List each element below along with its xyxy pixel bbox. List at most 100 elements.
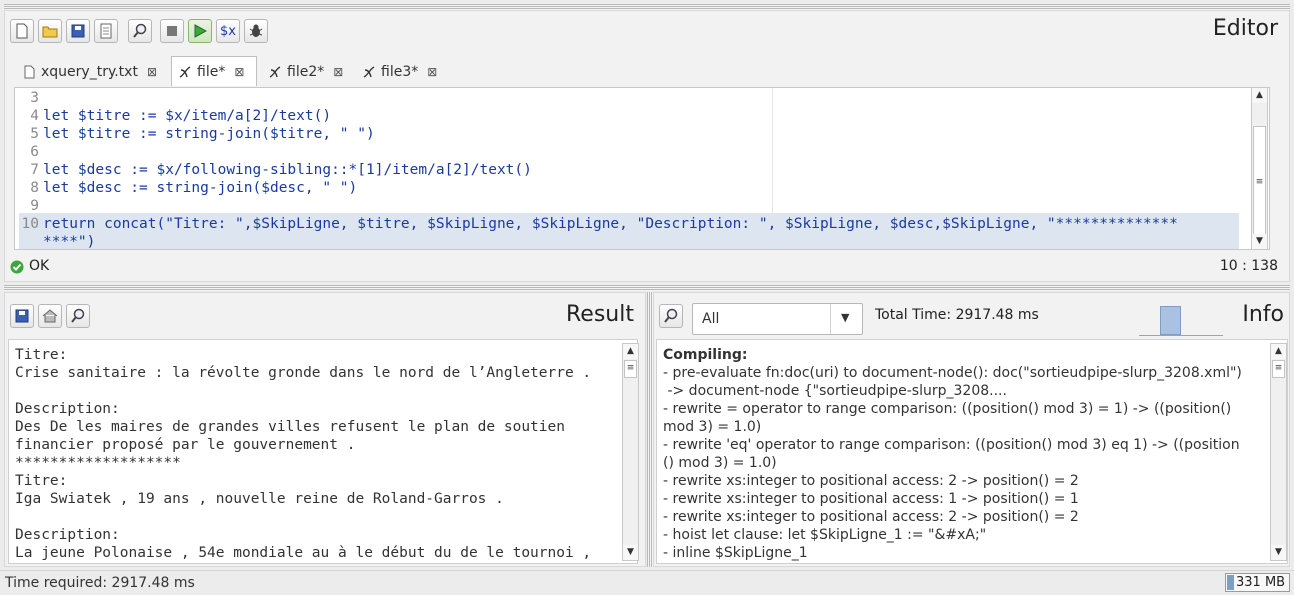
result-line: Titre: [15, 347, 68, 363]
home-icon [42, 309, 58, 323]
save-result-button[interactable] [10, 304, 34, 328]
scroll-down-icon[interactable]: ▼ [1252, 234, 1267, 249]
tab-label: xquery_try.txt [41, 64, 138, 80]
result-title: Result [566, 302, 634, 327]
tab-label: file* [197, 63, 226, 80]
info-line: () mod 3) = 1.0) [663, 455, 777, 471]
result-line: Iga Swiatek , 19 ans , nouvelle reine de… [15, 491, 504, 507]
result-line: La jeune Polonaise , 54e mondiale au à l… [15, 545, 592, 561]
info-line: - hoist let clause: let $SkipLigne_1 := … [663, 527, 987, 543]
find-icon [71, 308, 85, 323]
info-line: - rewrite xs:integer to positional acces… [663, 491, 1079, 507]
ok-check-icon [10, 260, 24, 274]
close-icon[interactable]: ⊠ [333, 65, 343, 79]
result-line: Description: [15, 401, 120, 417]
result-line: Crise sanitaire : la révolte gronde dans… [15, 365, 592, 381]
editor-status: OK [29, 258, 50, 274]
find-info-button[interactable] [659, 304, 683, 328]
info-line: - rewrite xs:integer to positional acces… [663, 509, 1079, 525]
editor-scrollbar[interactable]: ▲ ≡ ▼ [1251, 87, 1268, 250]
scroll-down-icon[interactable]: ▼ [1271, 545, 1286, 560]
tab-xquery-try[interactable]: xquery_try.txt ⊠ [18, 58, 163, 86]
code-line: ****") [43, 234, 96, 250]
info-line: - inline $SkipLigne_1 [663, 545, 808, 561]
code-line: 8 let $desc := string-join($desc, " ") [30, 180, 358, 196]
tab-file3[interactable]: file3* ⊠ [356, 58, 443, 86]
result-line: financier proposé par le gouvernement . [15, 437, 356, 453]
query-file-icon [179, 65, 191, 78]
code-line: 5 let $titre := string-join($titre, " ") [30, 126, 375, 142]
info-line: Compiling: [663, 347, 748, 363]
close-icon[interactable]: ⊠ [427, 65, 437, 79]
total-time: Total Time: 2917.48 ms [875, 307, 1039, 323]
info-line: - pre-evaluate fn:doc(uri) to document-n… [663, 365, 1242, 381]
timing-bar-chart [1139, 306, 1223, 336]
memory-usage-bar [1227, 575, 1234, 590]
debug-icon [249, 24, 263, 37]
find-result-button[interactable] [66, 304, 90, 328]
find-icon [133, 23, 147, 38]
info-scrollbar[interactable]: ▲ ≡ ▼ [1270, 343, 1287, 561]
open-button[interactable] [38, 19, 62, 43]
open-folder-icon [42, 26, 58, 38]
close-icon[interactable]: ⊠ [234, 65, 244, 79]
scroll-thumb[interactable]: ≡ [624, 360, 637, 378]
info-line: - rewrite = operator to range comparison… [663, 401, 1232, 417]
scroll-thumb[interactable]: ≡ [1253, 126, 1266, 236]
stop-icon [167, 26, 177, 36]
scroll-thumb[interactable]: ≡ [1272, 360, 1285, 378]
result-line: ******************* [15, 455, 181, 471]
info-filter-value: All [702, 311, 720, 327]
query-file-icon [269, 66, 281, 78]
new-file-button[interactable] [10, 19, 34, 43]
scroll-up-icon[interactable]: ▲ [1252, 88, 1267, 103]
result-line: Titre: [15, 473, 68, 489]
tab-label: file3* [381, 64, 419, 80]
code-line: 10 return concat("Titre: ",$SkipLigne, $t… [21, 216, 1178, 232]
tab-label: file2* [287, 64, 325, 80]
properties-icon [100, 23, 112, 39]
result-line: Description: [15, 527, 120, 543]
info-line: - rewrite 'eq' operator to range compari… [663, 437, 1240, 453]
chevron-down-icon[interactable]: ▼ [841, 311, 849, 324]
debug-button[interactable] [244, 19, 268, 43]
code-line: 7 let $desc := $x/following-sibling::*[1]… [30, 162, 532, 178]
cursor-position: 10 : 138 [1219, 258, 1278, 274]
home-button[interactable] [38, 304, 62, 328]
result-text-area[interactable]: Titre: Crise sanitaire : la révolte gron… [8, 339, 638, 564]
save-icon [15, 309, 29, 323]
tab-file2[interactable]: file2* ⊠ [262, 58, 349, 86]
variables-icon: $x [220, 23, 236, 39]
info-line: mod 3) = 1.0) [663, 419, 762, 435]
result-scrollbar[interactable]: ▲ ≡ ▼ [622, 343, 639, 561]
code-editor[interactable]: 3 4 let $titre := $x/item/a[2]/text() 5 le… [14, 87, 1270, 250]
save-button[interactable] [66, 19, 90, 43]
new-file-icon [16, 23, 28, 39]
dropdown-divider [830, 304, 831, 334]
timing-bar [1160, 306, 1181, 335]
code-line: 9 [30, 198, 39, 214]
memory-indicator[interactable]: 331 MB [1225, 573, 1290, 592]
result-line: Des De les maires de grandes villes refu… [15, 419, 565, 435]
run-button[interactable] [188, 19, 212, 43]
scroll-down-icon[interactable]: ▼ [623, 545, 638, 560]
find-button[interactable] [128, 19, 152, 43]
scroll-up-icon[interactable]: ▲ [623, 344, 638, 359]
close-icon[interactable]: ⊠ [147, 65, 157, 79]
info-title: Info [1242, 302, 1284, 327]
code-line: 4 let $titre := $x/item/a[2]/text() [30, 108, 332, 124]
info-line: - rewrite xs:integer to positional acces… [663, 473, 1079, 489]
editor-title: Editor [1212, 16, 1278, 41]
info-text-area[interactable]: Compiling: - pre-evaluate fn:doc(uri) to… [656, 339, 1288, 564]
find-icon [664, 308, 678, 323]
scroll-up-icon[interactable]: ▲ [1271, 344, 1286, 359]
variables-button[interactable]: $x [216, 19, 240, 43]
info-filter-select[interactable]: All ▼ [692, 303, 863, 335]
code-line: 6 [30, 144, 39, 160]
panel-splitter[interactable] [4, 285, 1290, 291]
properties-button[interactable] [94, 19, 118, 43]
tab-file[interactable]: file* ⊠ [171, 56, 257, 86]
info-line: -> document-node {"sortieudpipe-slurp_32… [663, 383, 1007, 399]
stop-button[interactable] [160, 19, 184, 43]
save-icon [71, 24, 85, 38]
